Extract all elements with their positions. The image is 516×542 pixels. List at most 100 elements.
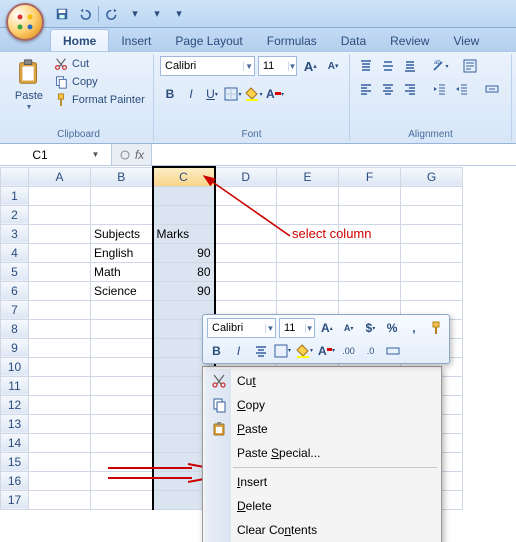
mini-format-painter-button[interactable] xyxy=(426,319,445,338)
align-middle-button[interactable] xyxy=(378,56,398,76)
redo-icon[interactable] xyxy=(105,6,121,22)
cell-C5[interactable]: 80 xyxy=(153,262,215,281)
cell-A5[interactable] xyxy=(29,262,91,281)
row-header-9[interactable]: 9 xyxy=(1,338,29,357)
mini-grow-font-button[interactable]: A▴ xyxy=(318,319,337,338)
column-header-C[interactable]: C xyxy=(153,167,215,186)
cell-B16[interactable] xyxy=(91,471,153,490)
mini-font-name-combo[interactable]: ▼ xyxy=(207,318,276,338)
row-header-3[interactable]: 3 xyxy=(1,224,29,243)
column-header-E[interactable]: E xyxy=(277,167,339,186)
mini-currency-button[interactable]: $▾ xyxy=(361,319,380,338)
cell-G3[interactable] xyxy=(401,224,463,243)
mini-shrink-font-button[interactable]: A▾ xyxy=(339,319,358,338)
mini-align-center-button[interactable] xyxy=(251,341,270,360)
mini-merge-button[interactable] xyxy=(383,341,402,360)
cell-A1[interactable] xyxy=(29,186,91,205)
chevron-down-icon[interactable]: ▼ xyxy=(80,150,111,159)
column-header-B[interactable]: B xyxy=(91,167,153,186)
cell-C1[interactable] xyxy=(153,186,215,205)
row-header-15[interactable]: 15 xyxy=(1,452,29,471)
cell-A13[interactable] xyxy=(29,414,91,433)
column-header-G[interactable]: G xyxy=(401,167,463,186)
merge-center-button[interactable] xyxy=(482,79,502,99)
italic-button[interactable]: I xyxy=(181,84,201,104)
tab-insert[interactable]: Insert xyxy=(109,30,163,51)
cell-B17[interactable] xyxy=(91,490,153,509)
cell-B5[interactable]: Math xyxy=(91,262,153,281)
mini-fill-color-button[interactable]: ▾ xyxy=(295,341,314,360)
row-header-14[interactable]: 14 xyxy=(1,433,29,452)
fx-button[interactable]: fx xyxy=(112,144,152,165)
cell-A17[interactable] xyxy=(29,490,91,509)
copy-button[interactable]: Copy xyxy=(52,74,147,90)
cell-A3[interactable] xyxy=(29,224,91,243)
qat-custom2-icon[interactable]: ▾ xyxy=(149,6,165,22)
font-size-combo[interactable]: ▼ xyxy=(258,56,298,76)
cell-A6[interactable] xyxy=(29,281,91,300)
cell-E2[interactable] xyxy=(277,205,339,224)
cell-A2[interactable] xyxy=(29,205,91,224)
shrink-font-button[interactable]: A▾ xyxy=(323,56,343,76)
qat-more-icon[interactable]: ▾ xyxy=(171,6,187,22)
cell-A4[interactable] xyxy=(29,243,91,262)
row-header-11[interactable]: 11 xyxy=(1,376,29,395)
cell-B10[interactable] xyxy=(91,357,153,376)
cell-D5[interactable] xyxy=(215,262,277,281)
cell-D4[interactable] xyxy=(215,243,277,262)
mini-italic-button[interactable]: I xyxy=(229,341,248,360)
formula-input[interactable] xyxy=(152,144,516,165)
mini-font-size-combo[interactable]: ▼ xyxy=(279,318,315,338)
cell-C3[interactable]: Marks xyxy=(153,224,215,243)
cell-B15[interactable] xyxy=(91,452,153,471)
ctx-paste-special[interactable]: Paste Special... xyxy=(205,441,439,465)
mini-increase-decimal-button[interactable]: .00 xyxy=(339,341,358,360)
tab-data[interactable]: Data xyxy=(329,30,378,51)
cell-B1[interactable] xyxy=(91,186,153,205)
cell-B11[interactable] xyxy=(91,376,153,395)
align-bottom-button[interactable] xyxy=(400,56,420,76)
chevron-down-icon[interactable]: ▼ xyxy=(305,324,314,333)
align-top-button[interactable] xyxy=(356,56,376,76)
font-size-input[interactable] xyxy=(259,60,288,72)
align-center-button[interactable] xyxy=(378,79,398,99)
row-header-16[interactable]: 16 xyxy=(1,471,29,490)
cell-A11[interactable] xyxy=(29,376,91,395)
cell-C4[interactable]: 90 xyxy=(153,243,215,262)
cell-A12[interactable] xyxy=(29,395,91,414)
ctx-insert[interactable]: Insert xyxy=(205,470,439,494)
paste-dropdown-icon[interactable]: ▼ xyxy=(26,104,33,111)
cell-D3[interactable] xyxy=(215,224,277,243)
mini-font-size-input[interactable] xyxy=(280,322,305,334)
increase-indent-button[interactable] xyxy=(452,79,472,99)
row-header-5[interactable]: 5 xyxy=(1,262,29,281)
row-header-17[interactable]: 17 xyxy=(1,490,29,509)
font-color-button[interactable]: A▾ xyxy=(265,84,285,104)
column-header-A[interactable]: A xyxy=(29,167,91,186)
cell-D6[interactable] xyxy=(215,281,277,300)
cell-G6[interactable] xyxy=(401,281,463,300)
formula-input-wrap[interactable] xyxy=(152,144,516,165)
row-header-12[interactable]: 12 xyxy=(1,395,29,414)
fill-color-button[interactable]: ▾ xyxy=(244,84,264,104)
cell-A7[interactable] xyxy=(29,300,91,319)
column-header-F[interactable]: F xyxy=(339,167,401,186)
undo-icon[interactable] xyxy=(76,6,92,22)
cell-E6[interactable] xyxy=(277,281,339,300)
cell-E5[interactable] xyxy=(277,262,339,281)
row-header-10[interactable]: 10 xyxy=(1,357,29,376)
column-header-D[interactable]: D xyxy=(215,167,277,186)
chevron-down-icon[interactable]: ▼ xyxy=(265,324,275,333)
ctx-copy[interactable]: Copy xyxy=(205,393,439,417)
cell-G5[interactable] xyxy=(401,262,463,281)
wrap-text-button[interactable] xyxy=(460,56,480,76)
cell-B6[interactable]: Science xyxy=(91,281,153,300)
cell-D1[interactable] xyxy=(215,186,277,205)
cell-B13[interactable] xyxy=(91,414,153,433)
cell-B4[interactable]: English xyxy=(91,243,153,262)
row-header-6[interactable]: 6 xyxy=(1,281,29,300)
paste-button[interactable]: Paste ▼ xyxy=(10,56,48,127)
cell-A10[interactable] xyxy=(29,357,91,376)
bold-button[interactable]: B xyxy=(160,84,180,104)
cell-B2[interactable] xyxy=(91,205,153,224)
